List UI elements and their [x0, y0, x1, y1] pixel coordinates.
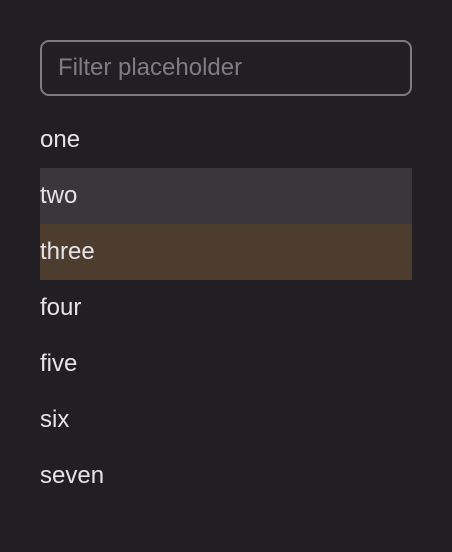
filter-input[interactable] [40, 40, 412, 96]
list-item-three[interactable]: three [40, 224, 412, 280]
list-item-six[interactable]: six [40, 392, 412, 448]
list-item-five[interactable]: five [40, 336, 412, 392]
filterable-list-panel: one two three four five six seven [40, 40, 412, 504]
list-item-four[interactable]: four [40, 280, 412, 336]
list-item-one[interactable]: one [40, 112, 412, 168]
options-list: one two three four five six seven [40, 112, 412, 504]
list-item-two[interactable]: two [40, 168, 412, 224]
list-item-seven[interactable]: seven [40, 448, 412, 504]
